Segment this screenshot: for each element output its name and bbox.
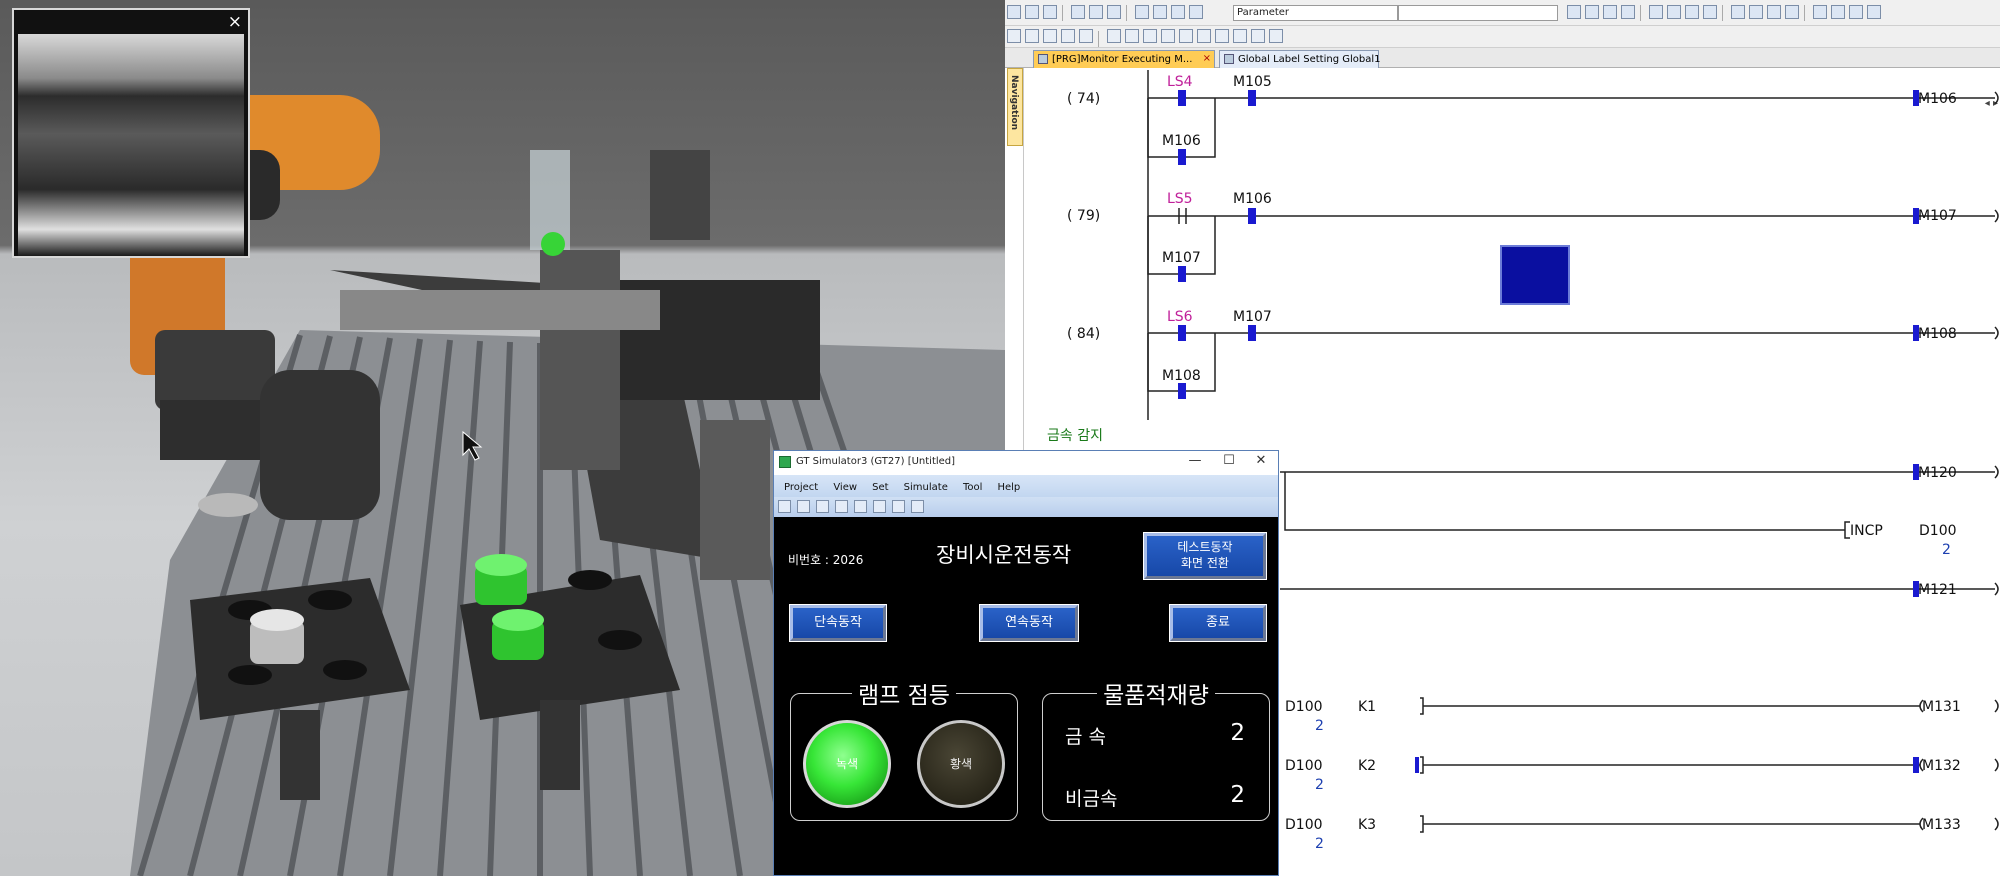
lamp-status-panel: 램프 점등 녹색 황색	[790, 683, 1018, 821]
instruction-operand: D100	[1919, 523, 1957, 539]
gt-simulator-window: GT Simulator3 (GT27) [Untitled] — ☐ ✕ Pr…	[773, 450, 1279, 876]
continuous-run-button[interactable]: 연속동작	[980, 605, 1078, 641]
device-value: 2	[1942, 542, 1951, 558]
toolbar-button[interactable]	[911, 500, 924, 513]
coil-label: M108	[1918, 326, 1957, 342]
device-value: 2	[1315, 718, 1324, 734]
app-icon	[779, 456, 791, 468]
panel-title: 램프 점등	[852, 683, 956, 709]
menu-tool[interactable]: Tool	[963, 482, 982, 493]
window-title: GT Simulator3 (GT27) [Untitled]	[796, 456, 956, 467]
cursor-selection-box	[1500, 245, 1570, 305]
compare-device: D100	[1285, 758, 1323, 774]
toolbar-button[interactable]	[797, 500, 810, 513]
camera-feed	[18, 34, 244, 256]
coil-label: M107	[1918, 208, 1957, 224]
coil-label: M106	[1918, 91, 1957, 107]
simulator-toolbar	[774, 497, 1278, 517]
load-count-panel: 물품적재량 금 속 2 비금속 2	[1042, 683, 1270, 821]
coil-label: M120	[1918, 465, 1957, 481]
branch-contact-label: M106	[1162, 133, 1201, 149]
button-line: 화면 전환	[1181, 556, 1229, 570]
compare-device: D100	[1285, 817, 1323, 833]
coil-label: M132	[1922, 758, 1961, 774]
metal-label: 금 속	[1065, 726, 1106, 748]
branch-contact-label: M108	[1162, 368, 1201, 384]
contact-label: LS4	[1167, 74, 1193, 90]
nonmetal-count: 2	[1230, 782, 1245, 808]
menu-project[interactable]: Project	[784, 482, 818, 493]
menu-view[interactable]: View	[833, 482, 857, 493]
toolbar-button[interactable]	[778, 500, 791, 513]
instruction-label: INCP	[1850, 523, 1883, 539]
menu-set[interactable]: Set	[872, 482, 888, 493]
device-number-label: 비번호 : 2026	[788, 553, 864, 567]
button-line: 테스트동작	[1177, 540, 1233, 554]
contact-label: LS5	[1167, 191, 1193, 207]
toolbar-button[interactable]	[835, 500, 848, 513]
compare-constant: K3	[1358, 817, 1377, 833]
device-value: 2	[1315, 836, 1324, 852]
window-title-bar[interactable]: GT Simulator3 (GT27) [Untitled] — ☐ ✕	[774, 451, 1278, 475]
coil-label: M121	[1918, 582, 1957, 598]
toolbar-button[interactable]	[873, 500, 886, 513]
contact-label: M107	[1233, 309, 1272, 325]
contact-label: LS6	[1167, 309, 1193, 325]
toolbar-button[interactable]	[816, 500, 829, 513]
minimize-button[interactable]: —	[1182, 453, 1208, 471]
contact-label: M106	[1233, 191, 1272, 207]
toolbar-button[interactable]	[892, 500, 905, 513]
yellow-lamp: 황색	[917, 720, 1005, 808]
metal-count: 2	[1230, 720, 1245, 746]
test-mode-switch-button[interactable]: 테스트동작 화면 전환	[1144, 533, 1266, 579]
menu-simulate[interactable]: Simulate	[904, 482, 948, 493]
camera-preview-window: ×	[12, 8, 250, 258]
menu-help[interactable]: Help	[997, 482, 1020, 493]
device-value: 2	[1315, 777, 1324, 793]
nonmetal-label: 비금속	[1065, 788, 1118, 810]
compare-device: D100	[1285, 699, 1323, 715]
coil-label: M133	[1922, 817, 1961, 833]
step-number: ( 84)	[1067, 326, 1101, 342]
step-number: ( 79)	[1067, 208, 1101, 224]
close-button[interactable]: ✕	[1248, 453, 1274, 471]
branch-contact-label: M107	[1162, 250, 1201, 266]
contact-label: M105	[1233, 74, 1272, 90]
compare-constant: K1	[1358, 699, 1377, 715]
toolbar-button[interactable]	[854, 500, 867, 513]
step-number: ( 74)	[1067, 91, 1101, 107]
compare-constant: K2	[1358, 758, 1377, 774]
hmi-screen: 비번호 : 2026 장비시운전동작 테스트동작 화면 전환 단속동작 연속동작…	[776, 517, 1276, 875]
panel-title: 물품적재량	[1097, 683, 1215, 709]
section-comment: 금속 감지	[1047, 428, 1103, 444]
maximize-button[interactable]: ☐	[1216, 453, 1242, 471]
stop-button[interactable]: 종료	[1170, 605, 1266, 641]
menu-bar: Project View Set Simulate Tool Help	[774, 475, 1278, 497]
single-cycle-button[interactable]: 단속동작	[790, 605, 886, 641]
screen-heading: 장비시운전동작	[936, 543, 1072, 567]
close-icon[interactable]: ×	[228, 12, 242, 32]
green-lamp: 녹색	[803, 720, 891, 808]
coil-label: M131	[1922, 699, 1961, 715]
